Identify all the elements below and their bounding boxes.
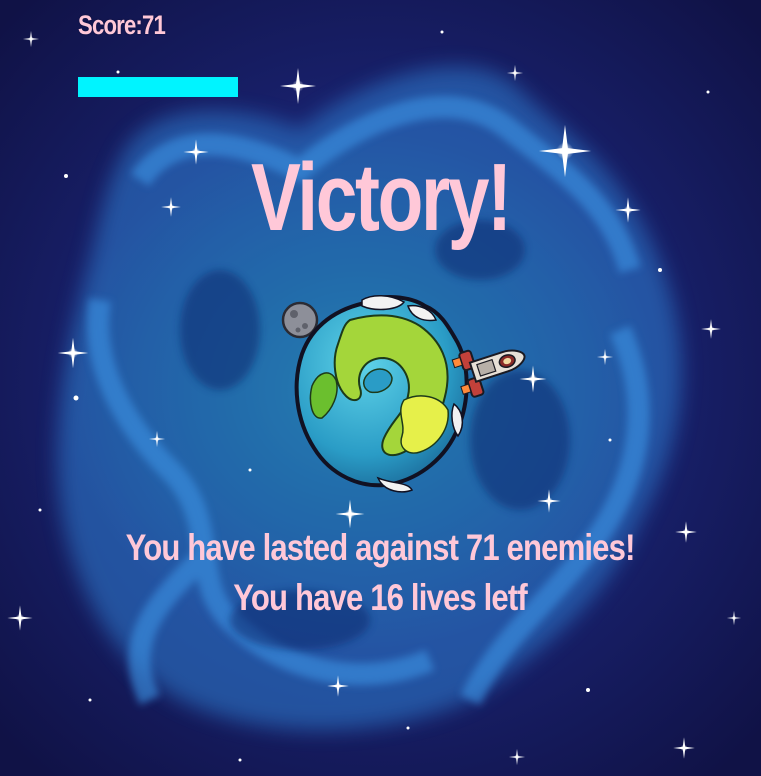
star-icon <box>335 499 365 529</box>
victory-title: Victory! <box>251 144 512 251</box>
star-icon <box>508 748 526 766</box>
star-icon <box>22 30 40 48</box>
star-icon <box>7 605 33 631</box>
star-icon <box>537 489 561 513</box>
star-icon <box>148 430 166 448</box>
space-scene <box>7 30 742 766</box>
earth-planet-icon <box>294 295 469 493</box>
star-icon <box>280 68 316 104</box>
star-icon <box>596 348 614 366</box>
lives-message: You have 16 lives letf <box>233 577 527 618</box>
enemies-message: You have lasted against 71 enemies! <box>125 527 636 568</box>
star-icon <box>506 64 524 82</box>
star-icon <box>57 337 89 369</box>
star-icon <box>726 610 742 626</box>
star-icon <box>701 319 721 339</box>
star-icon <box>519 365 547 393</box>
score-label: Score:71 <box>78 10 166 40</box>
star-icon <box>673 737 695 759</box>
game-screen: Score:71 Victory! You have lasted agains… <box>0 0 761 776</box>
star-icon <box>327 675 349 697</box>
health-bar-fill <box>78 77 238 97</box>
health-bar <box>78 77 238 97</box>
spaceship-icon <box>451 349 526 398</box>
